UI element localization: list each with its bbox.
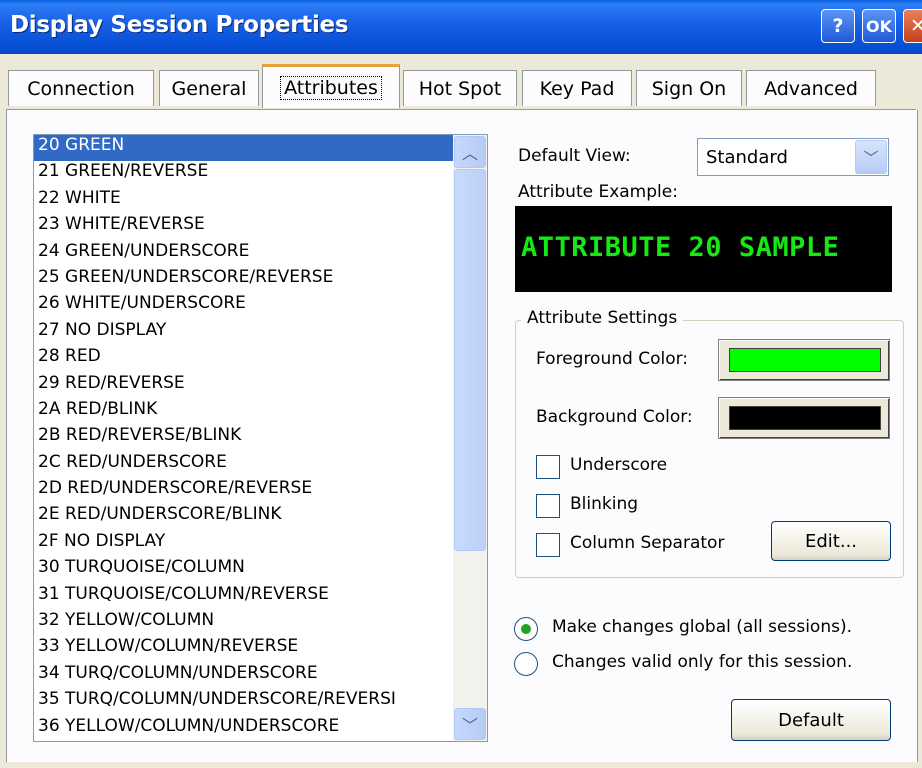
- blinking-checkbox[interactable]: [536, 494, 560, 518]
- attribute-example-preview: ATTRIBUTE 20 SAMPLE: [515, 206, 892, 292]
- list-item[interactable]: 31 TURQUOISE/COLUMN/REVERSE: [34, 584, 453, 610]
- list-item[interactable]: 2D RED/UNDERSCORE/REVERSE: [34, 478, 453, 504]
- list-item[interactable]: 2B RED/REVERSE/BLINK: [34, 425, 453, 451]
- tab-hot-spot[interactable]: Hot Spot: [403, 70, 517, 106]
- window-title: Display Session Properties: [10, 12, 349, 38]
- list-item[interactable]: 25 GREEN/UNDERSCORE/REVERSE: [34, 267, 453, 293]
- tab-advanced[interactable]: Advanced: [746, 70, 876, 106]
- chevron-down-icon: ﹀: [863, 148, 879, 167]
- column-separator-checkbox[interactable]: [536, 533, 560, 557]
- scroll-thumb[interactable]: [454, 169, 486, 551]
- list-item[interactable]: 20 GREEN: [34, 135, 453, 162]
- list-item[interactable]: 29 RED/REVERSE: [34, 373, 453, 399]
- session-changes-label: Changes valid only for this session.: [552, 652, 853, 672]
- list-item[interactable]: 2C RED/UNDERSCORE: [34, 452, 453, 478]
- default-view-label: Default View:: [518, 146, 631, 166]
- attribute-example-label: Attribute Example:: [518, 182, 678, 202]
- list-item[interactable]: 36 YELLOW/COLUMN/UNDERSCORE: [34, 716, 453, 741]
- ok-button[interactable]: OK: [862, 9, 896, 43]
- background-color-label: Background Color:: [536, 407, 693, 427]
- default-button[interactable]: Default: [731, 699, 891, 741]
- tab-general[interactable]: General: [159, 70, 259, 106]
- underscore-label: Underscore: [570, 455, 668, 475]
- global-changes-radio[interactable]: [514, 617, 538, 641]
- default-view-value: Standard: [706, 147, 788, 168]
- tab-strip: Connection General Attributes Hot Spot K…: [0, 64, 922, 110]
- default-view-select[interactable]: Standard ﹀: [697, 138, 889, 176]
- blinking-label: Blinking: [570, 494, 639, 514]
- scroll-down-button[interactable]: ﹀: [454, 708, 486, 740]
- list-item[interactable]: 30 TURQUOISE/COLUMN: [34, 557, 453, 583]
- foreground-color-label: Foreground Color:: [536, 349, 689, 369]
- list-item[interactable]: 26 WHITE/UNDERSCORE: [34, 293, 453, 319]
- attributes-listbox[interactable]: 20 GREEN 21 GREEN/REVERSE 22 WHITE 23 WHITE…: [33, 134, 488, 742]
- title-bar[interactable]: Display Session Properties ? OK ✕: [0, 0, 922, 54]
- help-button[interactable]: ?: [821, 9, 855, 43]
- list-item[interactable]: 27 NO DISPLAY: [34, 320, 453, 346]
- tab-sign-on[interactable]: Sign On: [636, 70, 742, 106]
- chevron-up-icon: ︿: [461, 144, 478, 163]
- column-separator-label: Column Separator: [570, 533, 725, 553]
- list-item[interactable]: 2E RED/UNDERSCORE/BLINK: [34, 504, 453, 530]
- tab-connection[interactable]: Connection: [8, 70, 154, 106]
- foreground-color-button[interactable]: [718, 339, 890, 381]
- global-changes-label: Make changes global (all sessions).: [552, 617, 852, 637]
- list-item[interactable]: 2A RED/BLINK: [34, 399, 453, 425]
- session-changes-radio[interactable]: [514, 652, 538, 676]
- list-item[interactable]: 24 GREEN/UNDERSCORE: [34, 241, 453, 267]
- tab-key-pad[interactable]: Key Pad: [522, 70, 632, 106]
- foreground-color-swatch: [729, 348, 881, 372]
- edit-button[interactable]: Edit...: [771, 521, 891, 561]
- attribute-example-text: ATTRIBUTE 20 SAMPLE: [521, 232, 840, 263]
- background-color-button[interactable]: [718, 397, 890, 439]
- attribute-settings-title: Attribute Settings: [521, 308, 684, 328]
- list-item[interactable]: 35 TURQ/COLUMN/UNDERSCORE/REVERSI: [34, 689, 453, 715]
- close-icon: ✕: [910, 15, 922, 37]
- list-item[interactable]: 28 RED: [34, 346, 453, 372]
- chevron-down-icon: ﹀: [461, 716, 478, 735]
- list-item[interactable]: 32 YELLOW/COLUMN: [34, 610, 453, 636]
- attributes-list: 20 GREEN 21 GREEN/REVERSE 22 WHITE 23 WHITE…: [34, 135, 453, 741]
- list-item[interactable]: 22 WHITE: [34, 188, 453, 214]
- underscore-checkbox[interactable]: [536, 455, 560, 479]
- list-scrollbar[interactable]: ︿ ﹀: [453, 135, 487, 741]
- list-item[interactable]: 33 YELLOW/COLUMN/REVERSE: [34, 636, 453, 662]
- list-item[interactable]: 23 WHITE/REVERSE: [34, 214, 453, 240]
- list-item[interactable]: 21 GREEN/REVERSE: [34, 161, 453, 187]
- background-color-swatch: [729, 406, 881, 430]
- list-item[interactable]: 2F NO DISPLAY: [34, 531, 453, 557]
- close-button[interactable]: ✕: [903, 9, 922, 43]
- list-item[interactable]: 34 TURQ/COLUMN/UNDERSCORE: [34, 663, 453, 689]
- scroll-up-button[interactable]: ︿: [454, 136, 486, 168]
- tab-attributes[interactable]: Attributes: [262, 64, 400, 108]
- dropdown-button[interactable]: ﹀: [855, 140, 887, 174]
